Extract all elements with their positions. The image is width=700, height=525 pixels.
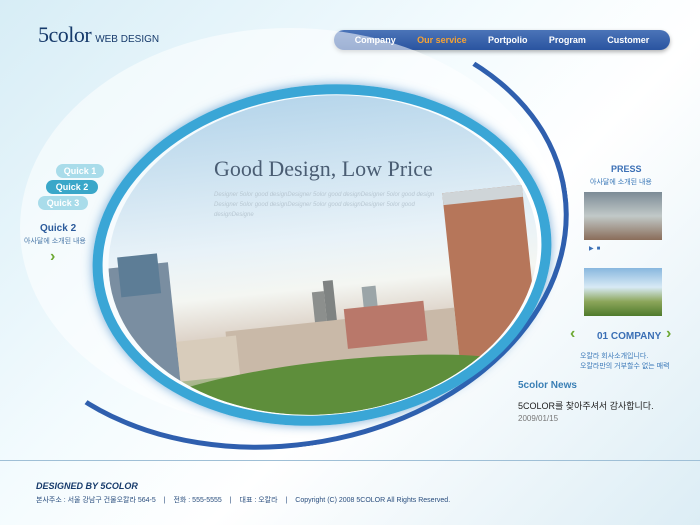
logo[interactable]: 5color WEB DESIGN bbox=[38, 22, 159, 48]
company-prev-arrow-icon[interactable]: ‹ bbox=[570, 325, 575, 343]
footer-divider bbox=[0, 460, 700, 461]
nav-program[interactable]: Program bbox=[549, 35, 586, 45]
quick-desc: 아사달에 소개된 내용 bbox=[24, 238, 86, 245]
company-desc-line2: 오칼라만의 거부할수 없는 매력 bbox=[580, 363, 670, 370]
footer-phone: 전화 : 555-5555 bbox=[173, 497, 222, 504]
hero-subline: Designer 5olor good designDesigner 5olor… bbox=[214, 192, 435, 218]
press-desc: 아사달에 소개된 내용 bbox=[590, 179, 652, 186]
quick-title: Quick 2 bbox=[40, 223, 77, 234]
hero-headline: Good Design, Low Price bbox=[214, 156, 433, 181]
footer-sep: | bbox=[163, 497, 166, 504]
company-next-arrow-icon[interactable]: › bbox=[666, 325, 671, 343]
news-date: 2009/01/15 bbox=[518, 414, 559, 423]
logo-sub: WEB DESIGN bbox=[95, 34, 160, 45]
nav-customer[interactable]: Customer bbox=[607, 35, 649, 45]
news-item[interactable]: 5COLOR를 찾아주셔서 감사합니다. bbox=[518, 399, 654, 412]
quick-2-button[interactable]: Quick 2 bbox=[46, 180, 98, 194]
quick-1-button[interactable]: Quick 1 bbox=[56, 164, 104, 178]
company-thumbnail[interactable] bbox=[584, 268, 662, 316]
quick-3-button[interactable]: Quick 3 bbox=[38, 196, 88, 210]
press-pager-icon[interactable]: ▶■ bbox=[589, 245, 603, 252]
company-desc-line1: 오칼라 회사소개입니다. bbox=[580, 353, 649, 360]
company-title[interactable]: 01 COMPANY bbox=[597, 331, 661, 342]
press-thumbnail[interactable] bbox=[584, 192, 662, 240]
footer-copyright: Copyright (C) 2008 5COLOR All Rights Res… bbox=[295, 497, 451, 504]
footer-sep: | bbox=[285, 497, 288, 504]
footer-info: 본사주소 : 서울 강남구 건물오칼라 564-5 | 전화 : 555-555… bbox=[36, 495, 456, 505]
news-title: 5color News bbox=[518, 380, 577, 391]
footer: DESIGNED BY 5COLOR 본사주소 : 서울 강남구 건물오칼라 5… bbox=[36, 481, 456, 505]
company-desc: 오칼라 회사소개입니다. 오칼라만의 거부할수 없는 매력 bbox=[580, 352, 670, 372]
logo-main: 5color bbox=[38, 22, 92, 47]
footer-sep: | bbox=[229, 497, 232, 504]
footer-title: DESIGNED BY 5COLOR bbox=[36, 481, 138, 491]
nav-portpolio[interactable]: Portpolio bbox=[488, 35, 528, 45]
footer-ceo: 대표 : 오칼라 bbox=[239, 497, 278, 504]
press-title: PRESS bbox=[611, 164, 642, 174]
footer-address: 본사주소 : 서울 강남구 건물오칼라 564-5 bbox=[36, 497, 156, 504]
quick-next-arrow-icon[interactable]: › bbox=[50, 248, 55, 266]
